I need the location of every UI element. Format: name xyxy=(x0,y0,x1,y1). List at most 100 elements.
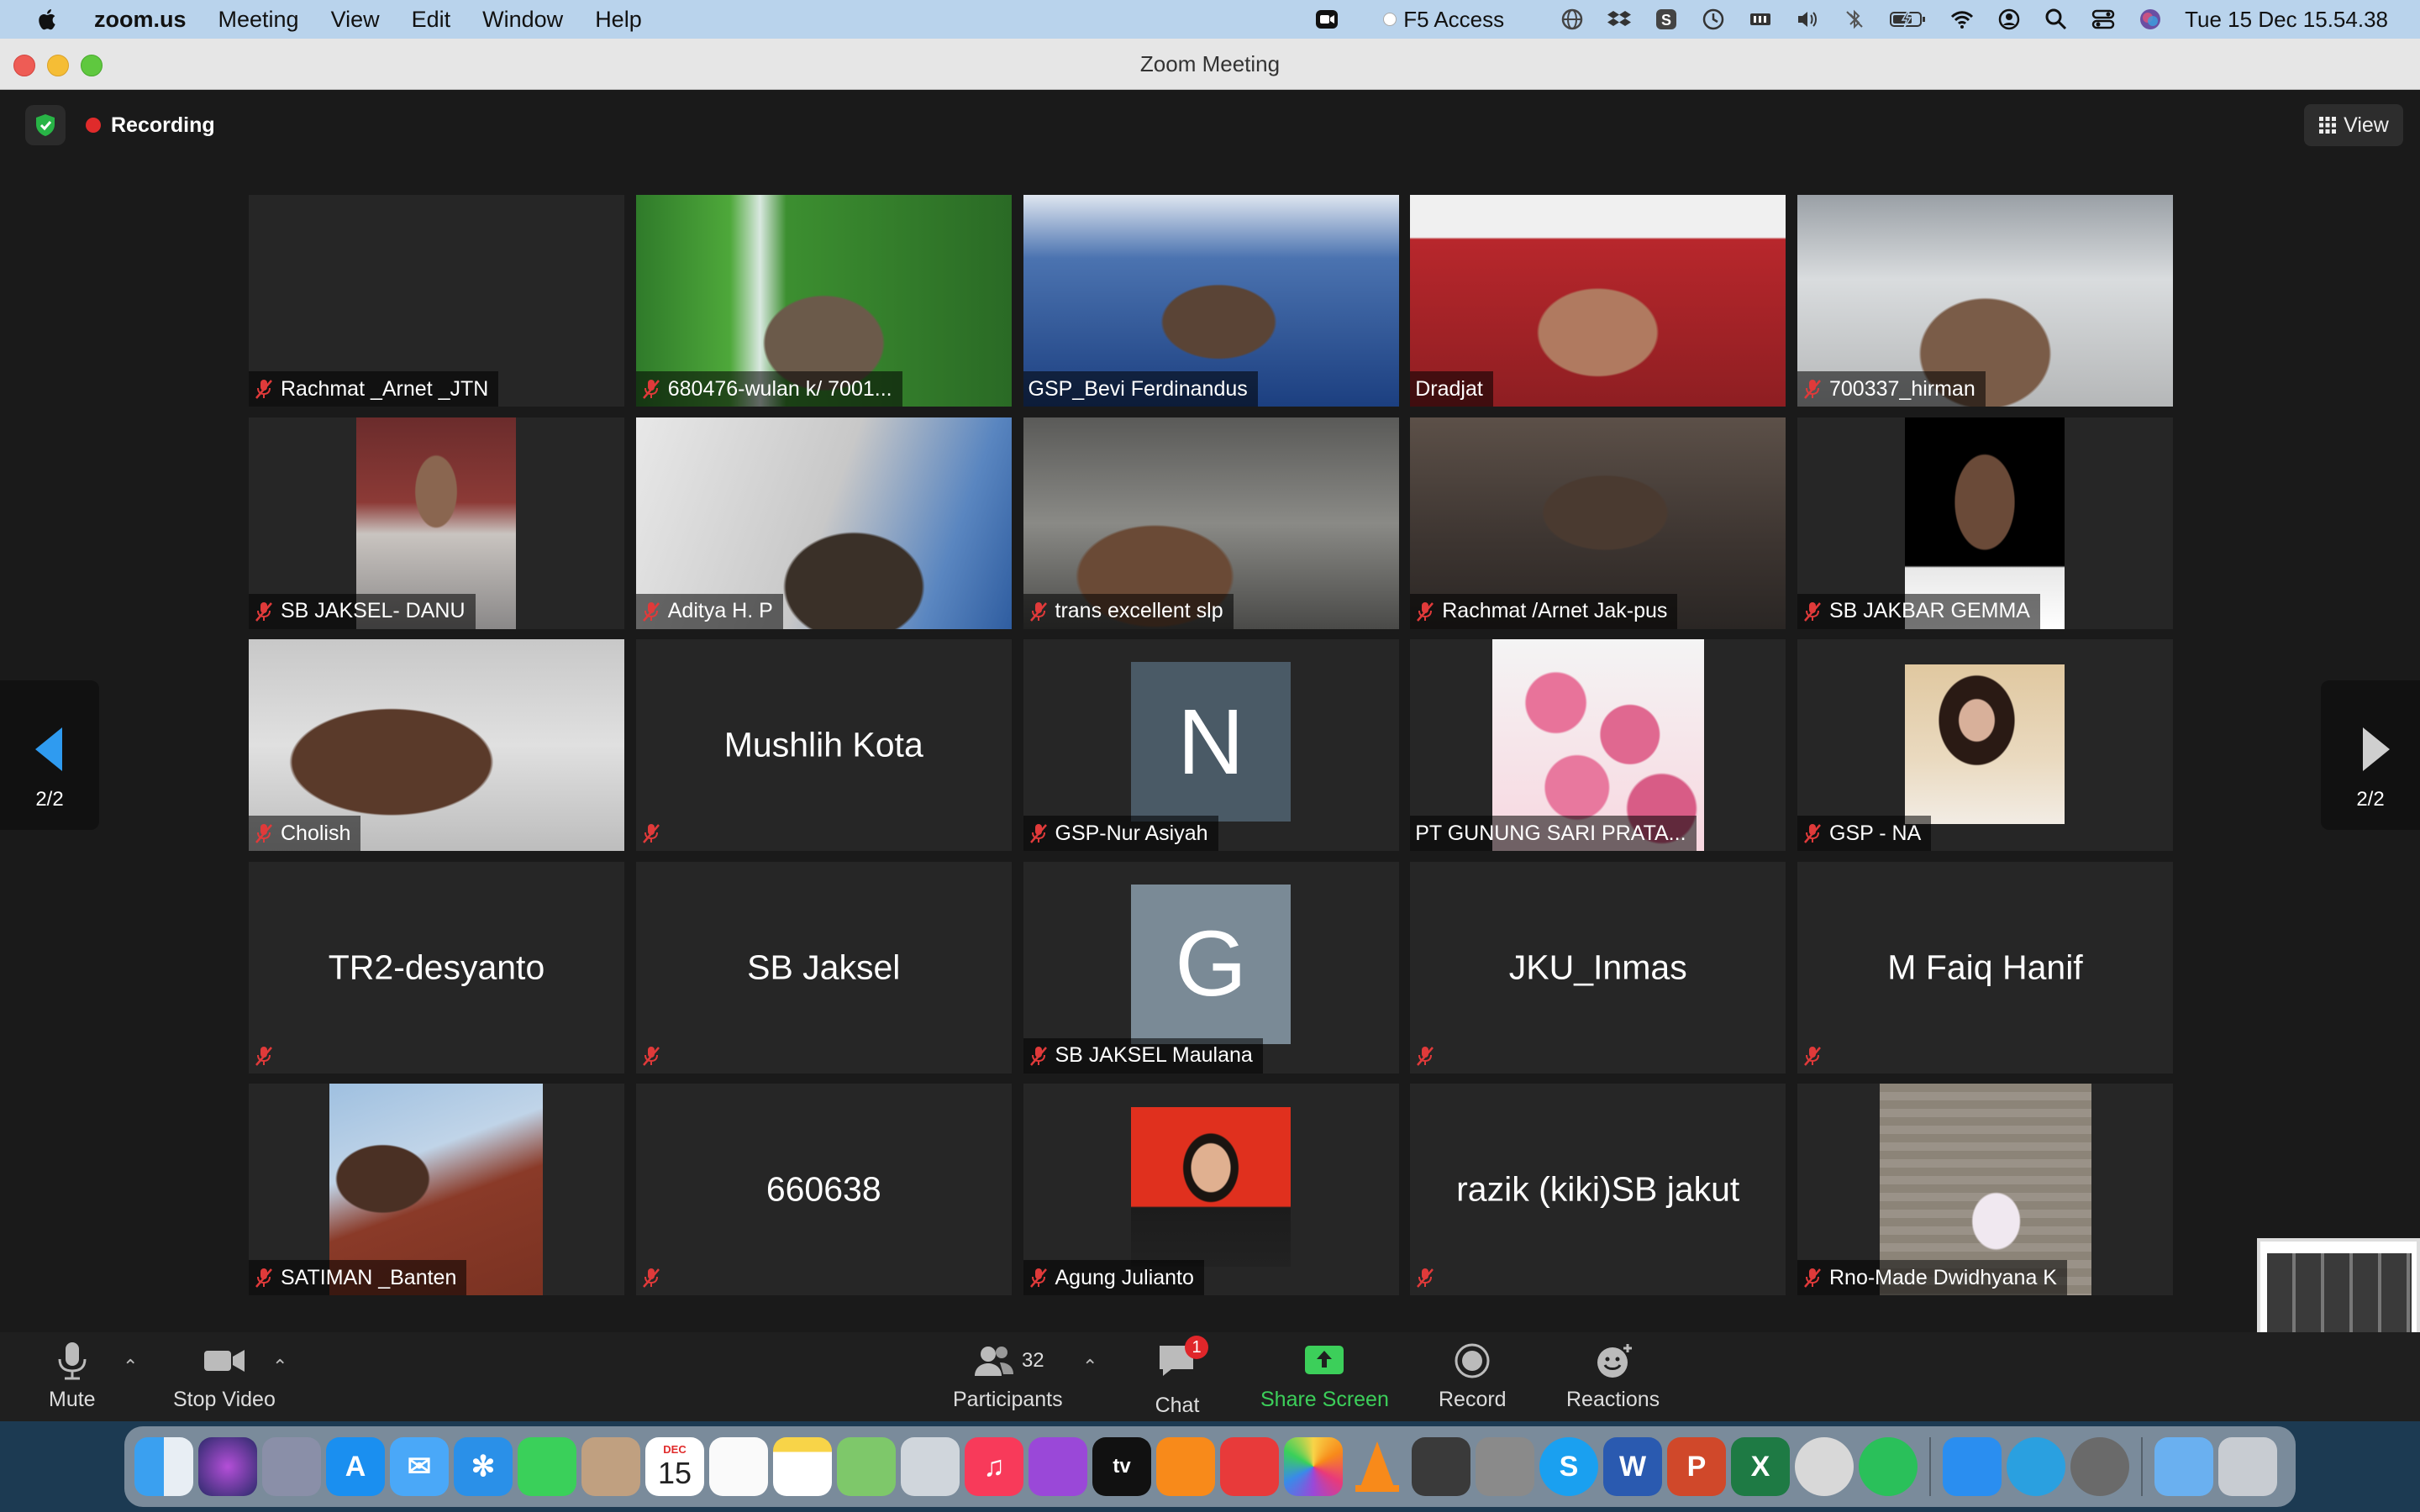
participant-tile[interactable]: SB JAKSEL- DANU xyxy=(249,417,624,629)
podcasts-icon[interactable] xyxy=(1028,1437,1087,1496)
globe-icon[interactable] xyxy=(1560,7,1585,32)
notes-icon[interactable] xyxy=(773,1437,832,1496)
recording-label[interactable]: Recording xyxy=(111,113,215,138)
bluetooth-off-icon[interactable] xyxy=(1842,7,1867,32)
memory-icon[interactable] xyxy=(1748,7,1773,32)
reactions-button[interactable]: Reactions xyxy=(1566,1341,1660,1412)
participant-tile[interactable]: GSP - NA xyxy=(1797,639,2173,851)
participant-tile[interactable]: TR2-desyanto xyxy=(249,861,624,1074)
excel-icon[interactable]: X xyxy=(1731,1437,1790,1496)
participant-tile[interactable]: 680476-wulan k/ 7001... xyxy=(635,195,1012,407)
whatsapp-icon[interactable] xyxy=(1859,1437,1918,1496)
system-preferences-icon[interactable] xyxy=(1476,1437,1534,1496)
blocker-app-icon[interactable] xyxy=(1795,1437,1854,1496)
safari-icon[interactable]: ✻ xyxy=(454,1437,513,1496)
mail-icon[interactable]: ✉ xyxy=(390,1437,449,1496)
skype-icon[interactable]: S xyxy=(1654,7,1679,32)
next-page-button[interactable]: 2/2 xyxy=(2321,680,2420,830)
spotlight-search-icon[interactable] xyxy=(2044,7,2069,32)
user-account-icon[interactable] xyxy=(1996,7,2022,32)
audio-options-caret-icon[interactable]: ⌃ xyxy=(123,1356,138,1378)
menu-help[interactable]: Help xyxy=(595,7,642,33)
chat-button[interactable]: 1 Chat xyxy=(1155,1336,1208,1418)
menu-edit[interactable]: Edit xyxy=(412,7,451,33)
participant-tile[interactable]: 700337_hirman xyxy=(1797,195,2173,407)
siri-icon[interactable] xyxy=(2138,7,2163,32)
share-screen-button[interactable]: Share Screen xyxy=(1260,1341,1389,1412)
previous-page-button[interactable]: 2/2 xyxy=(0,680,99,830)
messages-icon[interactable] xyxy=(518,1437,576,1496)
reminders-icon[interactable] xyxy=(709,1437,768,1496)
photo-booth-icon[interactable] xyxy=(1220,1437,1279,1496)
f5-access-menu[interactable]: F5 Access xyxy=(1383,7,1504,33)
menu-app-name[interactable]: zoom.us xyxy=(94,7,187,33)
participant-tile[interactable]: GSP_Bevi Ferdinandus xyxy=(1023,195,1399,407)
zoom-status-icon[interactable] xyxy=(1314,7,1339,32)
participant-nameplate: GSP-Nur Asiyah xyxy=(1023,816,1218,851)
volume-icon[interactable] xyxy=(1795,7,1820,32)
menu-view[interactable]: View xyxy=(331,7,380,33)
powerpoint-icon[interactable]: P xyxy=(1667,1437,1726,1496)
app-store-icon[interactable]: A xyxy=(326,1437,385,1496)
participant-tile[interactable]: Dradjat xyxy=(1410,195,1786,407)
video-options-caret-icon[interactable]: ⌃ xyxy=(272,1356,287,1378)
apple-icon[interactable] xyxy=(35,7,60,32)
menubar-clock[interactable]: Tue 15 Dec 15.54.38 xyxy=(2185,7,2388,33)
time-machine-dock-icon[interactable] xyxy=(1412,1437,1470,1496)
participant-tile[interactable]: trans excellent slp xyxy=(1023,417,1399,629)
launchpad-icon[interactable] xyxy=(262,1437,321,1496)
participant-tile[interactable]: SB JAKBAR GEMMA xyxy=(1797,417,2173,629)
trash-icon[interactable] xyxy=(2218,1437,2277,1496)
contacts-icon[interactable] xyxy=(581,1437,640,1496)
zoom-dock-icon[interactable] xyxy=(1943,1437,2002,1496)
skype-dock-icon[interactable]: S xyxy=(1539,1437,1598,1496)
participant-tile[interactable]: SATIMAN _Banten xyxy=(249,1084,624,1295)
downloads-folder-icon[interactable] xyxy=(2154,1437,2213,1496)
control-center-icon[interactable] xyxy=(2091,7,2116,32)
stop-video-button[interactable]: Stop Video xyxy=(173,1341,276,1412)
participant-tile[interactable]: Cholish xyxy=(249,639,624,851)
participant-name: Rno-Made Dwidhyana K xyxy=(1829,1265,2057,1289)
participant-tile[interactable]: 660638 xyxy=(635,1084,1012,1295)
menu-meeting[interactable]: Meeting xyxy=(218,7,299,33)
finder-icon[interactable] xyxy=(134,1437,193,1496)
apple-tv-icon[interactable]: tv xyxy=(1092,1437,1151,1496)
view-button[interactable]: View xyxy=(2304,104,2403,146)
participant-tile[interactable]: JKU_Inmas xyxy=(1410,861,1786,1074)
photos-icon[interactable] xyxy=(1284,1437,1343,1496)
participant-tile[interactable]: Mushlih Kota xyxy=(635,639,1012,851)
participant-tile[interactable]: Rachmat _Arnet _JTN xyxy=(249,195,624,407)
maps-icon[interactable] xyxy=(837,1437,896,1496)
vlc-icon[interactable] xyxy=(1348,1437,1407,1496)
participant-tile[interactable]: N GSP-Nur Asiyah xyxy=(1023,639,1399,851)
participant-tile[interactable]: Rno-Made Dwidhyana K xyxy=(1797,1084,2173,1295)
participants-button[interactable]: 32 Participants xyxy=(953,1341,1063,1412)
photo-booth-account-icon[interactable] xyxy=(2070,1437,2129,1496)
time-machine-icon[interactable] xyxy=(1701,7,1726,32)
participant-tile[interactable]: M Faiq Hanif xyxy=(1797,861,2173,1074)
participant-tile[interactable]: razik (kiki)SB jakut xyxy=(1410,1084,1786,1295)
word-icon[interactable]: W xyxy=(1603,1437,1662,1496)
participant-tile[interactable]: PT GUNUNG SARI PRATA... xyxy=(1410,639,1786,851)
wifi-icon[interactable] xyxy=(1949,7,1975,32)
participant-tile[interactable]: Rachmat /Arnet Jak-pus xyxy=(1410,417,1786,629)
telegram-icon[interactable] xyxy=(2007,1437,2065,1496)
battery-charging-icon[interactable] xyxy=(1889,7,1928,32)
mute-button[interactable]: Mute xyxy=(49,1341,96,1412)
participant-tile[interactable]: SB Jaksel xyxy=(635,861,1012,1074)
participant-tile[interactable]: G SB JAKSEL Maulana xyxy=(1023,861,1399,1074)
siri-dock-icon[interactable] xyxy=(198,1437,257,1496)
participant-nameplate: PT GUNUNG SARI PRATA... xyxy=(1410,816,1697,851)
record-button[interactable]: Record xyxy=(1439,1341,1507,1412)
dropbox-icon[interactable] xyxy=(1607,7,1632,32)
menu-window[interactable]: Window xyxy=(482,7,563,33)
participant-nameplate: SB JAKSEL Maulana xyxy=(1023,1037,1263,1074)
participant-tile[interactable]: Aditya H. P xyxy=(635,417,1012,629)
books-icon[interactable] xyxy=(1156,1437,1215,1496)
preview-icon[interactable] xyxy=(901,1437,960,1496)
music-icon[interactable]: ♫ xyxy=(965,1437,1023,1496)
security-shield-button[interactable] xyxy=(25,105,66,145)
participant-tile[interactable]: Agung Julianto xyxy=(1023,1084,1399,1295)
participants-options-caret-icon[interactable]: ⌃ xyxy=(1082,1356,1097,1378)
calendar-icon[interactable]: DEC 15 xyxy=(645,1437,704,1496)
